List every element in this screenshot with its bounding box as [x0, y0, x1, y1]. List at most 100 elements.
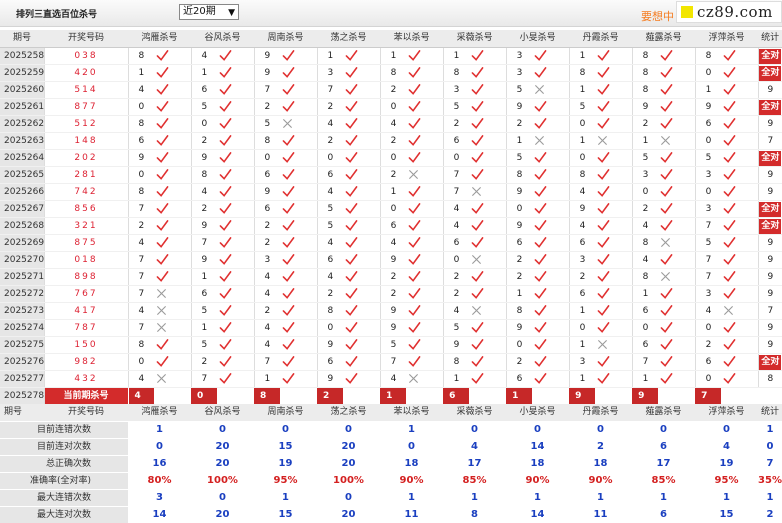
draw-number-cell: 877 — [44, 98, 129, 116]
draw-number-cell: 420 — [44, 64, 129, 82]
kill-number-cell: 3 — [443, 81, 470, 99]
col-header-expert[interactable]: 丹霞杀号 — [569, 30, 633, 48]
draw-number-cell: 202 — [44, 149, 129, 167]
stat-cell: 9 — [758, 234, 782, 252]
period-cell: 2025268 — [0, 217, 45, 235]
col-header-expert[interactable]: 小旻杀号 — [506, 30, 570, 48]
brand-name: cz89.com — [697, 3, 773, 21]
kill-number-cell: 2 — [254, 302, 281, 320]
period-cell: 2025267 — [0, 200, 45, 218]
kill-number-cell: 1 — [443, 47, 470, 65]
kill-number-cell: 4 — [128, 234, 154, 252]
check-icon — [343, 268, 381, 286]
draw-number-cell: 982 — [44, 353, 129, 371]
stats-col-expert[interactable]: 周南杀号 — [254, 404, 317, 422]
stats-value: 0 — [317, 421, 380, 439]
check-icon — [280, 166, 318, 184]
col-header-expert[interactable]: 周南杀号 — [254, 30, 318, 48]
check-icon — [217, 115, 255, 133]
kill-number-cell: 5 — [191, 336, 218, 354]
check-icon — [532, 166, 570, 184]
col-header-expert[interactable]: 薤露杀号 — [632, 30, 696, 48]
promo-link[interactable]: 要想中 — [641, 8, 674, 24]
kill-number-cell: 6 — [254, 200, 281, 218]
stats-col-expert[interactable]: 浮萍杀号 — [695, 404, 758, 422]
check-icon — [721, 268, 759, 286]
check-icon — [280, 217, 318, 235]
stats-col-expert[interactable]: 谷风杀号 — [191, 404, 254, 422]
check-icon — [532, 234, 570, 252]
kill-number-cell: 2 — [191, 200, 218, 218]
cross-icon — [469, 183, 507, 201]
stats-value: 4 — [695, 438, 758, 456]
kill-number-cell: 1 — [569, 336, 596, 354]
stats-value: 0 — [632, 421, 695, 439]
kill-number-cell: 6 — [506, 370, 533, 388]
stats-col-expert[interactable]: 苯以杀号 — [380, 404, 443, 422]
check-icon — [280, 149, 318, 167]
kill-number-cell: 9 — [254, 64, 281, 82]
period-cell: 2025260 — [0, 81, 45, 99]
stats-col-expert[interactable]: 丹霞杀号 — [569, 404, 632, 422]
chevron-down-icon: ▼ — [228, 8, 235, 18]
period-range-select[interactable]: 近20期 ▼ — [179, 4, 239, 20]
check-icon — [154, 132, 192, 150]
stat-cell: 9 — [758, 251, 782, 269]
all-correct-badge: 全对 — [759, 150, 782, 165]
table-row: 2025266 742 8 4 9 4 1 7 9 4 0 0 9 — [0, 183, 782, 201]
stats-col-expert[interactable]: 薤露杀号 — [632, 404, 695, 422]
col-header-expert[interactable]: 荡之杀号 — [317, 30, 381, 48]
check-icon — [595, 353, 633, 371]
kill-number-cell: 5 — [569, 98, 596, 116]
check-icon — [721, 149, 759, 167]
all-correct-badge: 全对 — [759, 354, 782, 369]
stats-value: 14 — [506, 506, 569, 523]
kill-number-cell: 2 — [632, 200, 659, 218]
kill-number-cell: 5 — [506, 81, 533, 99]
kill-number-cell: 0 — [632, 319, 659, 337]
col-header-expert[interactable]: 浮萍杀号 — [695, 30, 759, 48]
kill-number-cell: 0 — [128, 166, 154, 184]
check-icon — [343, 183, 381, 201]
kill-number-cell: 1 — [506, 132, 533, 150]
current-kill-number: 1 — [506, 387, 533, 405]
kill-number-cell: 6 — [380, 217, 407, 235]
check-icon — [595, 149, 633, 167]
kill-number-cell: 5 — [695, 234, 722, 252]
stats-col-expert[interactable]: 小旻杀号 — [506, 404, 569, 422]
check-icon — [721, 64, 759, 82]
current-kill-spacer — [154, 387, 192, 405]
stats-col-expert[interactable]: 采薇杀号 — [443, 404, 506, 422]
stats-value: 0 — [191, 421, 254, 439]
check-icon — [154, 81, 192, 99]
kill-number-cell: 0 — [443, 149, 470, 167]
col-header-period: 期号 — [0, 30, 44, 48]
kill-number-cell: 8 — [128, 115, 154, 133]
kill-number-cell: 1 — [128, 64, 154, 82]
check-icon — [154, 353, 192, 371]
kill-number-cell: 9 — [569, 200, 596, 218]
kill-number-cell: 3 — [695, 200, 722, 218]
kill-number-cell: 8 — [632, 268, 659, 286]
stats-col-expert[interactable]: 鸿雁杀号 — [128, 404, 191, 422]
col-header-expert[interactable]: 采薇杀号 — [443, 30, 507, 48]
stats-value: 0 — [443, 421, 506, 439]
col-header-expert[interactable]: 鸿雁杀号 — [128, 30, 192, 48]
kill-number-cell: 1 — [632, 285, 659, 303]
check-icon — [280, 234, 318, 252]
stats-col-expert[interactable]: 荡之杀号 — [317, 404, 380, 422]
kill-number-cell: 3 — [506, 47, 533, 65]
check-icon — [658, 336, 696, 354]
check-icon — [343, 166, 381, 184]
brand-logo[interactable]: cz89.com — [676, 1, 782, 23]
check-icon — [406, 336, 444, 354]
check-icon — [469, 234, 507, 252]
col-header-expert[interactable]: 谷风杀号 — [191, 30, 255, 48]
draw-number-cell: 898 — [44, 268, 129, 286]
table-row: 2025263 148 6 2 8 2 2 6 1 1 1 0 7 — [0, 132, 782, 150]
check-icon — [469, 47, 507, 65]
col-header-expert[interactable]: 苯以杀号 — [380, 30, 444, 48]
kill-number-cell: 4 — [443, 200, 470, 218]
check-icon — [658, 319, 696, 337]
kill-number-cell: 7 — [191, 370, 218, 388]
